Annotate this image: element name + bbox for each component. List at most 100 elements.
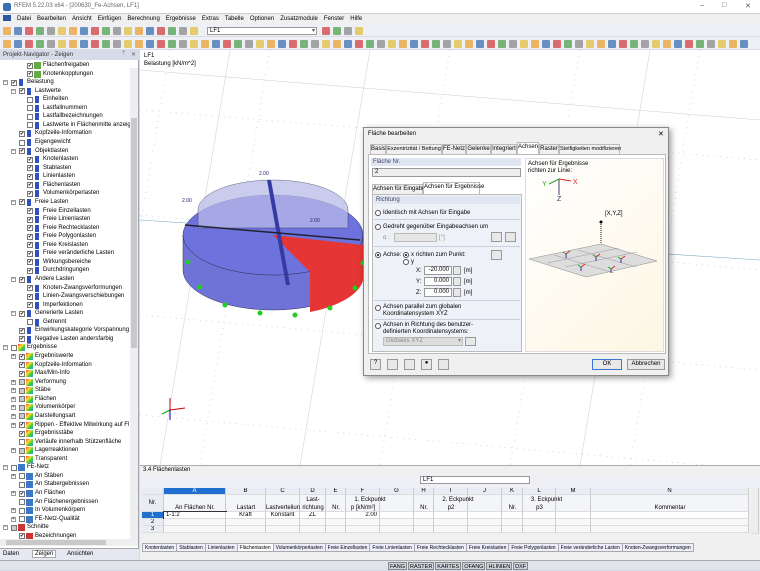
toolbar-icon[interactable]: [366, 40, 374, 48]
toolbar-icon[interactable]: [355, 27, 363, 35]
toolbar-icon[interactable]: [410, 40, 418, 48]
checkbox[interactable]: [19, 379, 25, 386]
toolbar-icon[interactable]: [278, 40, 286, 48]
tree-item[interactable]: + FE-Netz-Qualität: [0, 515, 130, 524]
toolbar-icon[interactable]: [135, 27, 143, 35]
expand-icon[interactable]: +: [11, 473, 16, 479]
table-cell[interactable]: Kraft: [226, 512, 266, 519]
checkbox[interactable]: ✔: [19, 490, 25, 497]
table-cell[interactable]: [468, 526, 502, 533]
toolbar-icon[interactable]: [707, 40, 715, 48]
toolbar-icon[interactable]: [663, 40, 671, 48]
column-header-I[interactable]: I: [434, 488, 468, 495]
table-cell[interactable]: [502, 519, 523, 526]
checkbox[interactable]: ✔: [27, 62, 33, 69]
table-cell[interactable]: [414, 519, 434, 526]
tree-item[interactable]: − Ergebnisse: [0, 343, 130, 352]
toolbar-icon[interactable]: [47, 27, 55, 35]
tree-item[interactable]: ✔ Linien-Zwangsverschiebungen: [0, 292, 130, 301]
status-toggle-kartes[interactable]: KARTES: [435, 562, 462, 570]
checkbox[interactable]: ✔: [19, 88, 25, 95]
sheet-tab[interactable]: Knoten-Zwangsverformungen: [621, 543, 694, 552]
checkbox[interactable]: ✔: [19, 370, 25, 377]
tab-ansichten[interactable]: Ansichten: [67, 551, 93, 557]
toolbar-icon[interactable]: [135, 40, 143, 48]
checkbox[interactable]: [27, 105, 33, 112]
tree-item[interactable]: ✔ Freie Linienlasten: [0, 215, 130, 224]
tree-item[interactable]: Lastwerte in Flächenmitte anzeig: [0, 121, 130, 130]
tree-item[interactable]: Lastfallbezeichnungen: [0, 112, 130, 121]
toolbar-icon[interactable]: [190, 27, 198, 35]
checkbox[interactable]: ✔: [27, 216, 33, 223]
toolbar-icon[interactable]: [91, 27, 99, 35]
tree-item[interactable]: ✔ Freie Rechtecklasten: [0, 224, 130, 233]
tree-item[interactable]: ✔ Knoten-Zwangsverformungen: [0, 284, 130, 293]
toolbar-icon[interactable]: [729, 40, 737, 48]
table-cell[interactable]: [414, 526, 434, 533]
toolbar-icon[interactable]: [289, 40, 297, 48]
close-icon[interactable]: ✕: [131, 51, 136, 58]
toolbar-icon[interactable]: [267, 40, 275, 48]
table-cell[interactable]: [591, 526, 749, 533]
tree-item[interactable]: − ✔ Belastung: [0, 78, 130, 87]
table-cell[interactable]: [266, 526, 300, 533]
ok-button[interactable]: OK: [592, 359, 622, 370]
status-toggle-fang[interactable]: FANG: [388, 562, 407, 570]
sheet-tab[interactable]: Freie veränderliche Lasten: [557, 543, 623, 552]
checkbox[interactable]: ✔: [27, 208, 33, 215]
tree-item[interactable]: ✔ Freie veränderliche Lasten: [0, 249, 130, 258]
sheet-tab[interactable]: Flächenlasten: [236, 543, 274, 552]
table-cell[interactable]: [434, 526, 468, 533]
tree-item[interactable]: + ✔ An Flächen: [0, 489, 130, 498]
sheet-tab[interactable]: Knotenlasten: [142, 543, 178, 552]
checkbox[interactable]: ✔: [27, 250, 33, 257]
toolbar-icon[interactable]: [311, 40, 319, 48]
checkbox[interactable]: ✔: [27, 165, 33, 172]
expand-icon[interactable]: +: [11, 388, 16, 394]
tab-integrated[interactable]: Integriert: [491, 144, 517, 154]
checkbox[interactable]: ✔: [19, 327, 25, 334]
status-toggle-ofang[interactable]: OFANG: [462, 562, 486, 570]
toolbar-icon[interactable]: [168, 40, 176, 48]
table-cell[interactable]: [226, 519, 266, 526]
toolbar-icon[interactable]: [575, 40, 583, 48]
table-cell[interactable]: [502, 512, 523, 519]
collapse-icon[interactable]: −: [3, 465, 8, 471]
checkbox[interactable]: ✔: [27, 285, 33, 292]
checkbox[interactable]: [27, 96, 33, 103]
sheet-tab[interactable]: Stablasten: [176, 543, 206, 552]
table-cell[interactable]: [164, 526, 226, 533]
checkbox[interactable]: [19, 439, 25, 446]
table-cell[interactable]: [468, 512, 502, 519]
toolbar-icon[interactable]: [234, 40, 242, 48]
toolbar-icon[interactable]: [223, 40, 231, 48]
table-cell[interactable]: [380, 512, 414, 519]
new-cs-button[interactable]: [465, 337, 476, 346]
horizontal-scrollbar[interactable]: [0, 539, 130, 546]
checkbox[interactable]: ✔: [19, 199, 25, 206]
toolbar-icon[interactable]: [80, 27, 88, 35]
table-cell[interactable]: [380, 519, 414, 526]
collapse-icon[interactable]: −: [11, 311, 16, 317]
table-cell[interactable]: [380, 526, 414, 533]
toolbar-icon[interactable]: [652, 40, 660, 48]
table-cell[interactable]: [164, 519, 226, 526]
checkbox[interactable]: ✔: [11, 79, 17, 86]
status-toggle-hlinien[interactable]: HLINIEN: [486, 562, 513, 570]
toolbar-icon[interactable]: [36, 40, 44, 48]
checkbox[interactable]: [19, 413, 25, 420]
rotate-pick-button[interactable]: [491, 232, 502, 242]
toolbar-icon[interactable]: [608, 40, 616, 48]
toolbar-icon[interactable]: [333, 27, 341, 35]
column-header-C[interactable]: C: [266, 488, 300, 495]
checkbox[interactable]: ✔: [27, 302, 33, 309]
toolbar-icon[interactable]: [245, 40, 253, 48]
table-cell[interactable]: [556, 526, 591, 533]
table-cell[interactable]: [326, 526, 346, 533]
table-cell[interactable]: [434, 512, 468, 519]
tree-item[interactable]: ✔ Knotenlasten: [0, 155, 130, 164]
tree-item[interactable]: Verläufe innerhalb Stützenfläche: [0, 438, 130, 447]
checkbox[interactable]: [19, 404, 25, 411]
toolbar-icon[interactable]: [3, 40, 11, 48]
rotate-pick2-button[interactable]: [505, 232, 516, 242]
